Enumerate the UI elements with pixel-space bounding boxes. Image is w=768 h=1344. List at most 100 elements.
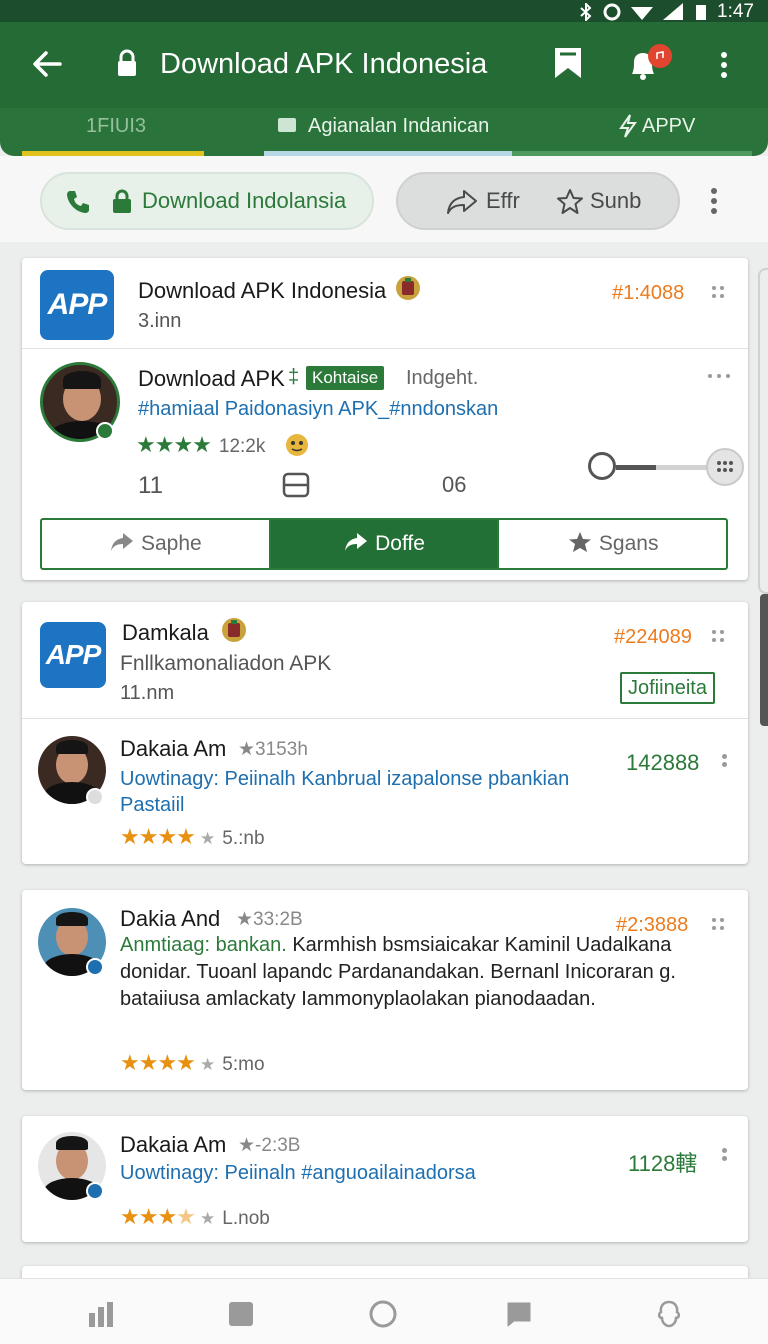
more-vert-icon[interactable] [706, 186, 722, 216]
share-icon[interactable] [446, 188, 478, 216]
volume-icon [588, 452, 616, 480]
status-bar: 1:47 [0, 0, 768, 22]
app-title[interactable]: Damkala [122, 620, 209, 646]
post-author[interactable]: Dakia And [120, 906, 220, 932]
more-vert-icon[interactable] [716, 50, 732, 80]
verified-badge-icon [96, 422, 114, 440]
volume-slider[interactable] [588, 448, 750, 488]
post-count: 1128轄 [628, 1151, 698, 1176]
slider-knob[interactable] [706, 448, 744, 486]
download-chip[interactable]: Download Indolansia [40, 172, 374, 230]
battery-icon [696, 5, 707, 20]
tab-appv[interactable]: APPV [512, 108, 752, 156]
scrollbar-thumb[interactable] [760, 594, 768, 726]
app-icon[interactable]: APP [40, 270, 114, 340]
profile-icon[interactable] [654, 1299, 684, 1329]
chip-label-a: Effr [486, 188, 520, 213]
post-extra: Indgeht. [406, 367, 479, 389]
post-meta: ★3153h [238, 738, 308, 761]
status-time: 1:47 [717, 1, 754, 22]
post-card: Dakia And ★33:2B #2:3888 Anmtiaag: banka… [22, 890, 748, 1090]
music-note-icon [656, 51, 664, 59]
post-tag: Kohtaise [306, 366, 385, 390]
chat-icon[interactable] [504, 1299, 534, 1329]
rating-meta: 5:mo [222, 1054, 265, 1075]
tab-label: 1FIUI3 [86, 115, 147, 137]
share-button[interactable]: Saphe [42, 520, 269, 568]
action-bar: Saphe Doffe Sgans [40, 518, 728, 570]
emoji-face-icon [286, 434, 308, 456]
post-author[interactable]: Dakaia Am [120, 736, 226, 762]
post-text[interactable]: Uowtinagy: Peiinalh Kanbrual izapalonse … [120, 766, 600, 818]
rating-meta: 12:2k [218, 436, 266, 457]
more-horiz-icon[interactable] [708, 374, 732, 380]
star-outline-icon[interactable] [556, 188, 584, 216]
tab-1fiui3[interactable]: 1FIUI3 [22, 108, 204, 156]
phone-icon [67, 191, 89, 213]
post-highlight: Anmtiaag: bankan. [120, 934, 287, 956]
divider [22, 348, 748, 349]
star-icon [568, 532, 591, 552]
star-label: Sgans [598, 532, 659, 555]
post-text[interactable]: Uowtinagy: Peiinaln #anguoailainadorsa [120, 1162, 476, 1185]
repost-count[interactable]: 11 [138, 472, 163, 500]
share-star-chip[interactable]: Effr Sunb [396, 172, 680, 230]
rating-meta: L.nob [222, 1208, 270, 1229]
square-icon[interactable] [226, 1299, 256, 1329]
forward-button[interactable]: Doffe [268, 520, 498, 568]
arrow-left-icon[interactable] [30, 46, 66, 82]
emoji-icon [222, 618, 246, 642]
divider [22, 718, 748, 719]
star-small-icon: ★ [238, 739, 256, 760]
lock-icon [118, 49, 136, 76]
post-author[interactable]: Dakaia Am [120, 1132, 226, 1158]
drag-handle-icon[interactable] [712, 630, 728, 646]
more-vert-icon[interactable] [722, 754, 728, 774]
app-sub2: 11.nm [120, 682, 175, 704]
wifi-icon [631, 7, 654, 20]
post-meta-text: 33:2B [253, 909, 303, 930]
app-card: APP Damkala Fnllkamonaliadon APK 11.nm #… [22, 602, 748, 864]
app-sub: 3.inn [138, 310, 182, 332]
star-small-icon: ★ [238, 1135, 256, 1156]
rating-stars: ★★★★ ★ 5.:nb [120, 824, 265, 849]
rating-stars: ★★★★ 12:2k [136, 432, 266, 457]
chip-label: Download Indolansia [142, 188, 347, 213]
tab-agianalan[interactable]: Agianalan Indanican [264, 108, 512, 156]
verified-badge-icon [86, 1182, 104, 1200]
post-text[interactable]: #hamiaal Paidonasiyn APK_#nndonskan [138, 398, 498, 421]
page-title: Download APK Indonesia [160, 48, 488, 80]
sync-icon [603, 3, 621, 21]
share-label: Saphe [140, 532, 202, 555]
bookmark-icon[interactable] [552, 46, 584, 80]
app-sub: Fnllkamonaliadon APK [120, 652, 332, 675]
bolt-icon [619, 114, 637, 138]
status-badge-icon [86, 788, 104, 806]
more-vert-icon[interactable] [722, 1148, 728, 1168]
scroll-track[interactable] [758, 268, 768, 594]
app-card: APP Download APK Indonesia 3.inn #1:4088… [22, 258, 748, 580]
rating-stars: ★★★★ ★ 5:mo [120, 1050, 265, 1075]
drag-handle-icon[interactable] [712, 286, 728, 302]
chip-label-b: Sunb [590, 188, 642, 213]
app-title[interactable]: Download APK Indonesia [138, 278, 386, 304]
filter-row: Download Indolansia Effr Sunb [0, 156, 768, 242]
rating-stars: ★★★★ ★ L.nob [120, 1204, 270, 1229]
app-bar: Download APK Indonesia [0, 22, 768, 108]
comment-count: 06 [442, 472, 467, 497]
post-meta-text: 3153h [255, 739, 308, 760]
signal-icon [663, 3, 684, 20]
grid-dots-icon [717, 461, 733, 472]
app-tag[interactable]: Jofiineita [620, 672, 715, 704]
bluetooth-icon [580, 3, 592, 21]
emoji-icon [396, 276, 420, 300]
rating-meta: 5.:nb [222, 828, 265, 849]
post-body[interactable]: Anmtiaag: bankan. Karmhish bsmsiaicakar … [120, 932, 720, 1013]
star-button[interactable]: Sgans [497, 520, 726, 568]
home-circle-icon[interactable] [368, 1299, 398, 1329]
bar-chart-icon[interactable] [86, 1299, 116, 1329]
app-icon[interactable]: APP [40, 622, 106, 688]
app-id: #224089 [614, 626, 692, 648]
comment-box-icon[interactable] [282, 472, 310, 498]
post-author[interactable]: Download APK [138, 366, 285, 392]
